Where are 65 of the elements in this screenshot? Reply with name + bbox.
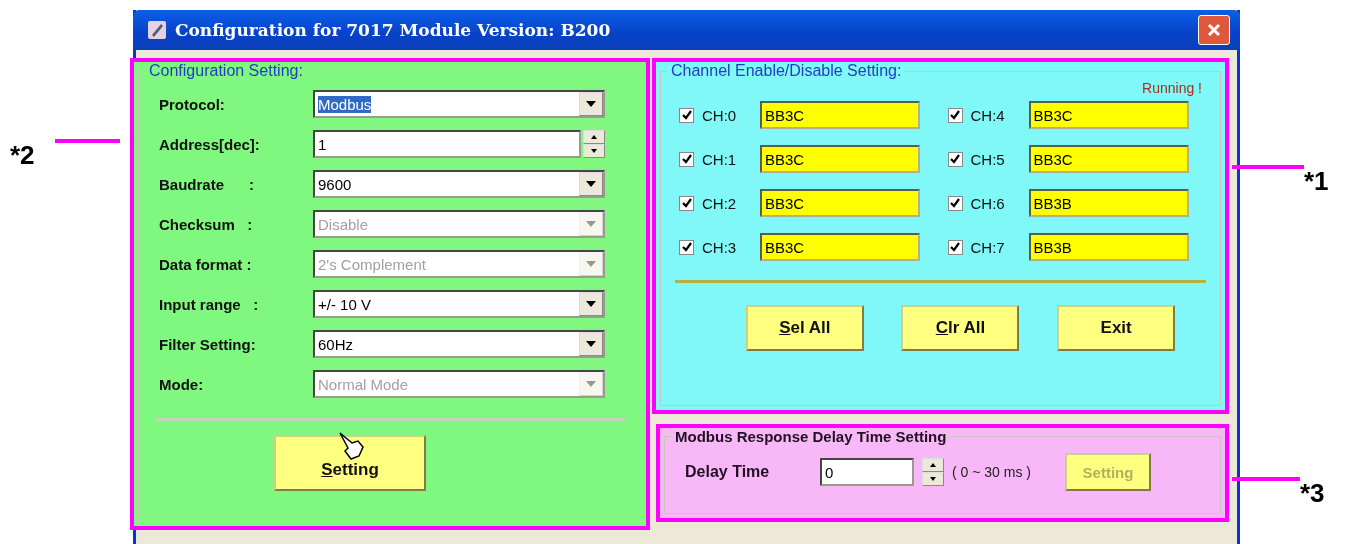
checkbox[interactable] xyxy=(679,151,694,167)
field-label: Data format : xyxy=(159,255,253,273)
dropdown-arrow-icon xyxy=(586,221,596,227)
dropdown-arrow-icon xyxy=(586,381,596,387)
action-button[interactable]: Exit xyxy=(1057,305,1176,351)
field-label: Checksum : xyxy=(159,215,254,233)
checkbox[interactable] xyxy=(679,239,694,255)
channel-value-field: BB3B xyxy=(1028,233,1189,261)
field-label: Delay Time xyxy=(685,463,771,481)
checkbox[interactable] xyxy=(947,107,963,123)
spinner-buttons[interactable] xyxy=(583,130,605,158)
callout-label: *3 xyxy=(1300,478,1325,509)
close-icon xyxy=(1207,23,1221,37)
dropdown[interactable]: Modbus xyxy=(313,90,605,118)
channel-label: CH:2 xyxy=(702,194,738,212)
group-title: Configuration Setting: xyxy=(148,62,304,80)
channel-value-field: BB3C xyxy=(760,145,920,173)
channel-value-field: BB3C xyxy=(760,189,920,217)
range-hint: ( 0 ~ 30 ms ) xyxy=(952,464,1031,480)
field-label: Filter Setting: xyxy=(159,335,257,353)
number-field[interactable]: 0 xyxy=(820,458,914,486)
dropdown-arrow-icon xyxy=(586,341,596,347)
channel-value-field: BB3C xyxy=(1028,101,1189,129)
checkbox[interactable] xyxy=(947,239,963,255)
channel-value-field: BB3B xyxy=(1028,189,1189,217)
channel-value-field: BB3C xyxy=(1028,145,1189,173)
callout-label: *1 xyxy=(1304,166,1329,197)
action-button[interactable]: Sel All xyxy=(745,305,864,351)
checkbox[interactable] xyxy=(679,107,694,123)
channel-label: CH:4 xyxy=(970,106,1006,124)
dropdown[interactable]: 60Hz xyxy=(313,330,605,358)
field-label: Address[dec]: xyxy=(159,135,261,153)
dropdown-arrow-icon xyxy=(586,301,596,307)
number-field[interactable]: 1 xyxy=(313,130,581,158)
channel-label: CH:3 xyxy=(702,238,738,256)
action-button[interactable]: Clr All xyxy=(901,305,1020,351)
field-label: Input range : xyxy=(159,295,260,313)
dropdown-arrow-icon xyxy=(586,181,596,187)
setting-button[interactable]: Setting xyxy=(274,435,426,491)
channel-label: CH:6 xyxy=(970,194,1006,212)
field-label: Protocol: xyxy=(159,95,226,113)
channel-label: CH:0 xyxy=(702,106,738,124)
spinner-buttons[interactable] xyxy=(922,458,944,486)
dropdown-arrow-icon xyxy=(586,261,596,267)
callout-label: *2 xyxy=(10,140,35,171)
checkbox[interactable] xyxy=(947,151,963,167)
dropdown[interactable]: +/- 10 V xyxy=(313,290,605,318)
dropdown-arrow-icon xyxy=(586,101,596,107)
close-button[interactable] xyxy=(1198,15,1230,45)
channel-value-field: BB3C xyxy=(760,233,920,261)
app-icon xyxy=(147,20,167,40)
channel-label: CH:5 xyxy=(970,150,1006,168)
field-label: Baudrate : xyxy=(159,175,256,193)
group-title: Channel Enable/Disable Setting: xyxy=(670,62,903,80)
status-text: Running ! xyxy=(1142,80,1202,96)
checkbox[interactable] xyxy=(947,195,963,211)
channel-value-field: BB3C xyxy=(760,101,920,129)
checkbox[interactable] xyxy=(679,195,694,211)
channel-label: CH:1 xyxy=(702,150,738,168)
window-title: Configuration for 7017 Module Version: B200 xyxy=(175,20,612,40)
hand-cursor-icon xyxy=(336,431,366,461)
group-title: Modbus Response Delay Time Setting xyxy=(674,428,948,445)
channel-label: CH:7 xyxy=(970,238,1006,256)
dropdown[interactable]: 9600 xyxy=(313,170,605,198)
field-label: Mode: xyxy=(159,375,205,393)
